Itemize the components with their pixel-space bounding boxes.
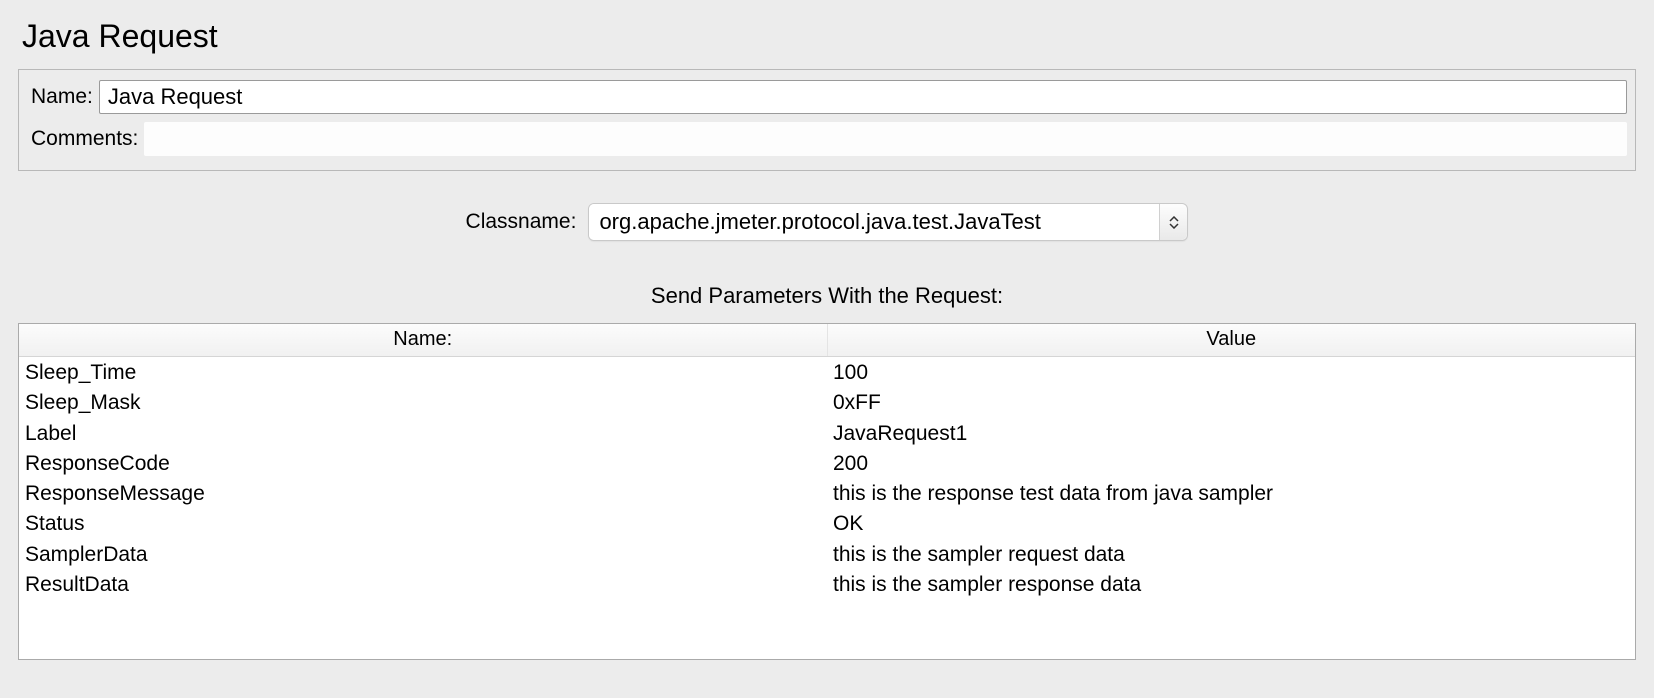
param-name-cell[interactable]: Sleep_Time — [19, 357, 827, 388]
param-value-cell[interactable]: JavaRequest1 — [827, 418, 1635, 448]
param-value-cell[interactable]: OK — [827, 508, 1635, 538]
comments-input[interactable] — [144, 122, 1627, 156]
table-row[interactable]: ResponseCode200 — [19, 448, 1635, 478]
params-table[interactable]: Name: Value Sleep_Time100Sleep_Mask0xFFL… — [19, 324, 1635, 659]
table-row[interactable]: LabelJavaRequest1 — [19, 418, 1635, 448]
comments-row: Comments: — [25, 118, 1629, 160]
param-name-cell[interactable]: ResponseMessage — [19, 478, 827, 508]
classname-row: Classname: org.apache.jmeter.protocol.ja… — [0, 171, 1654, 261]
name-label: Name: — [27, 85, 99, 109]
param-name-cell[interactable]: ResultData — [19, 569, 827, 599]
param-value-cell[interactable]: this is the sampler response data — [827, 569, 1635, 599]
table-row[interactable]: Sleep_Time100 — [19, 357, 1635, 388]
params-table-container: Name: Value Sleep_Time100Sleep_Mask0xFFL… — [18, 323, 1636, 660]
table-spacer — [19, 599, 1635, 659]
classname-value: org.apache.jmeter.protocol.java.test.Jav… — [589, 204, 1159, 240]
params-heading: Send Parameters With the Request: — [0, 261, 1654, 323]
comments-label: Comments: — [27, 127, 144, 151]
param-name-cell[interactable]: Sleep_Mask — [19, 387, 827, 417]
param-value-cell[interactable]: this is the sampler request data — [827, 539, 1635, 569]
table-row[interactable]: ResponseMessagethis is the response test… — [19, 478, 1635, 508]
combobox-stepper-button[interactable] — [1159, 204, 1187, 240]
panel-title: Java Request — [0, 0, 1654, 69]
param-value-cell[interactable]: this is the response test data from java… — [827, 478, 1635, 508]
column-header-name[interactable]: Name: — [19, 324, 827, 357]
chevron-down-icon — [1169, 223, 1179, 229]
name-row: Name: — [25, 76, 1629, 118]
param-name-cell[interactable]: Status — [19, 508, 827, 538]
param-name-cell[interactable]: SamplerData — [19, 539, 827, 569]
table-row[interactable]: StatusOK — [19, 508, 1635, 538]
table-row[interactable]: ResultDatathis is the sampler response d… — [19, 569, 1635, 599]
params-header-row: Name: Value — [19, 324, 1635, 357]
param-value-cell[interactable]: 200 — [827, 448, 1635, 478]
param-name-cell[interactable]: Label — [19, 418, 827, 448]
table-row[interactable]: Sleep_Mask0xFF — [19, 387, 1635, 417]
param-name-cell[interactable]: ResponseCode — [19, 448, 827, 478]
name-input[interactable] — [99, 80, 1627, 114]
param-value-cell[interactable]: 0xFF — [827, 387, 1635, 417]
chevron-up-icon — [1169, 216, 1179, 222]
table-row[interactable]: SamplerDatathis is the sampler request d… — [19, 539, 1635, 569]
classname-label: Classname: — [466, 210, 577, 234]
column-header-value[interactable]: Value — [827, 324, 1635, 357]
param-value-cell[interactable]: 100 — [827, 357, 1635, 388]
name-comments-group: Name: Comments: — [18, 69, 1636, 171]
classname-combobox[interactable]: org.apache.jmeter.protocol.java.test.Jav… — [588, 203, 1188, 241]
